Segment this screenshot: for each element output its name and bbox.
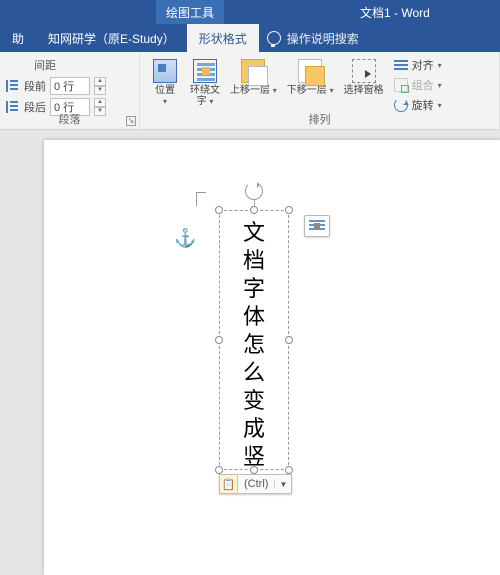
text-box-content[interactable]: 文 档 字 体 怎 么 变 成 竖 (219, 210, 289, 470)
resize-handle-se[interactable] (285, 466, 293, 474)
position-icon (153, 59, 177, 83)
selection-pane-icon (352, 59, 376, 83)
group-arrange: 位置▾ 环绕文 字 ▾ 上移一层 ▾ 下移一层 ▾ 选择窗格 对 (140, 52, 500, 129)
text-char: 变 (243, 387, 265, 415)
resize-handle-e[interactable] (285, 336, 293, 344)
paste-options-icon: 📋 (220, 475, 238, 493)
text-char: 怎 (243, 331, 265, 359)
lightbulb-icon (267, 31, 281, 45)
paste-options-tag[interactable]: 📋 (Ctrl) ▼ (219, 474, 292, 494)
group-label-paragraph: 段落 (0, 111, 139, 127)
tab-shape-format[interactable]: 形状格式 (187, 24, 259, 52)
text-char: 成 (243, 415, 265, 443)
selection-pane-button[interactable]: 选择窗格 (340, 55, 388, 111)
tab-estudy[interactable]: 知网研学（原E-Study） (36, 24, 187, 52)
group-paragraph: 间距 段前 0 行 ▲▼ 段后 0 行 ▲▼ 段落 ↘ (0, 52, 140, 129)
group-label-arrange: 排列 (140, 111, 499, 127)
wrap-text-icon (193, 59, 217, 83)
tell-me-label: 操作说明搜索 (287, 30, 359, 47)
menu-bar: 助 知网研学（原E-Study） 形状格式 操作说明搜索 (0, 24, 500, 52)
contextual-tab-label: 绘图工具 (156, 0, 224, 24)
document-area: ⚓ 文 档 字 体 怎 么 变 成 竖 (0, 130, 500, 575)
tell-me-search[interactable]: 操作说明搜索 (267, 30, 359, 47)
text-char: 档 (243, 247, 265, 275)
text-box[interactable]: 文 档 字 体 怎 么 变 成 竖 (219, 210, 289, 470)
text-char: 文 (243, 219, 265, 247)
rotation-handle[interactable] (245, 182, 263, 200)
resize-handle-ne[interactable] (285, 206, 293, 214)
group-icon (394, 78, 408, 92)
wrap-text-button[interactable]: 环绕文 字 ▾ (186, 55, 224, 111)
bring-forward-icon (241, 59, 265, 83)
text-char: 么 (243, 359, 265, 387)
corner-crop-mark (196, 192, 206, 206)
group-objects-button[interactable]: 组合▾ (390, 76, 446, 94)
space-before-spinner[interactable]: ▲▼ (94, 77, 106, 95)
layout-options-button[interactable] (304, 215, 330, 237)
resize-handle-n[interactable] (250, 206, 258, 214)
tab-help[interactable]: 助 (0, 24, 36, 52)
spacing-heading: 间距 (34, 57, 133, 73)
send-backward-icon (298, 59, 322, 83)
resize-handle-sw[interactable] (215, 466, 223, 474)
ribbon: 间距 段前 0 行 ▲▼ 段后 0 行 ▲▼ 段落 ↘ 位置▾ 环绕文 字 ▾ (0, 52, 500, 130)
text-char: 字 (243, 275, 265, 303)
space-before-icon (6, 80, 20, 92)
send-backward-button[interactable]: 下移一层 ▾ (283, 55, 338, 111)
chevron-down-icon: ▼ (274, 480, 291, 489)
layout-options-icon (309, 219, 325, 233)
paste-options-label: (Ctrl) (238, 478, 274, 490)
bring-forward-button[interactable]: 上移一层 ▾ (226, 55, 281, 111)
page[interactable]: ⚓ 文 档 字 体 怎 么 变 成 竖 (44, 140, 500, 575)
align-icon (394, 58, 408, 72)
resize-handle-s[interactable] (250, 466, 258, 474)
space-before-input[interactable]: 0 行 (50, 77, 90, 95)
title-bar: 绘图工具 文档1 - Word (0, 0, 500, 24)
text-char: 体 (243, 303, 265, 331)
position-button[interactable]: 位置▾ (146, 55, 184, 111)
resize-handle-w[interactable] (215, 336, 223, 344)
document-title: 文档1 - Word (360, 4, 430, 21)
anchor-icon[interactable]: ⚓ (174, 228, 196, 249)
dialog-launcher-paragraph[interactable]: ↘ (126, 116, 136, 126)
rotate-icon (394, 98, 408, 112)
align-button[interactable]: 对齐▾ (390, 56, 446, 74)
resize-handle-nw[interactable] (215, 206, 223, 214)
space-before-label: 段前 (24, 78, 46, 94)
